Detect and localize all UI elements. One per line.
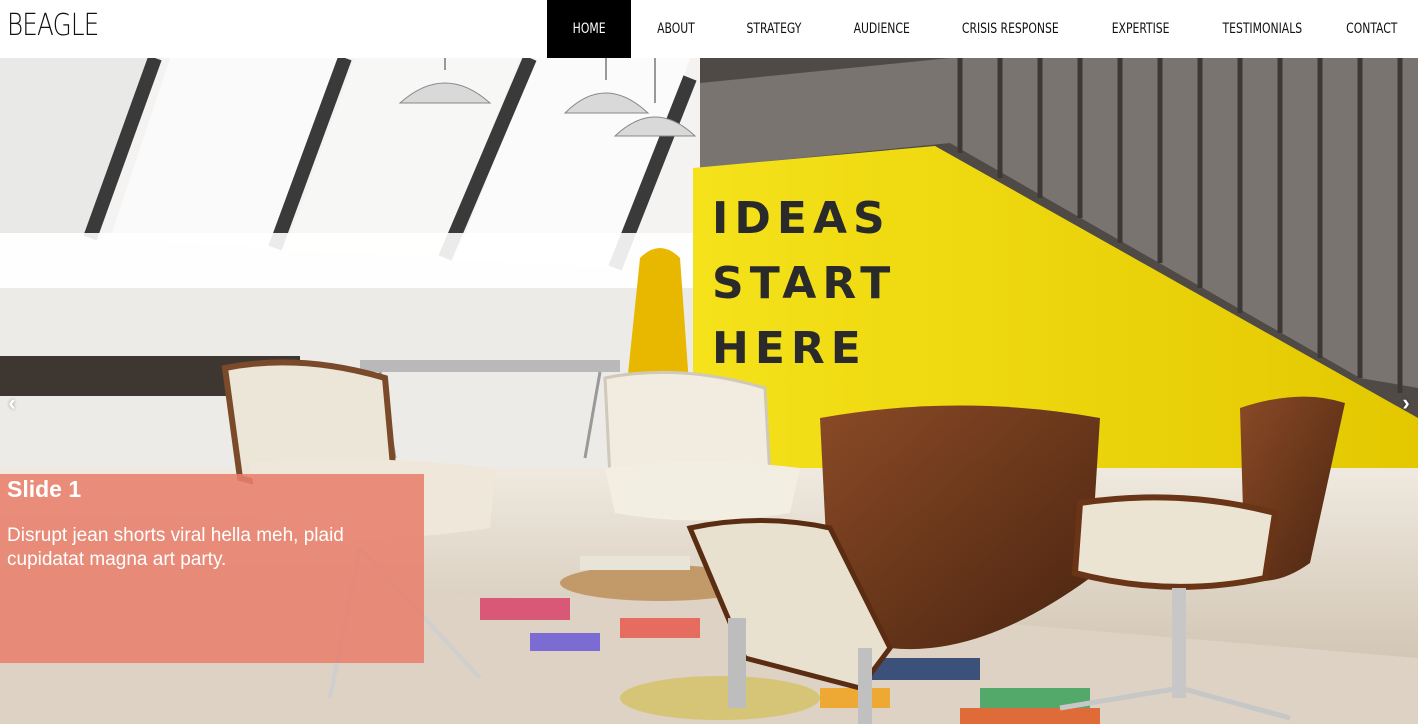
chevron-left-icon: ‹ [8, 390, 16, 415]
nav-item-crisis-response[interactable]: CRISIS RESPONSE [937, 0, 1083, 58]
hero-carousel: IDEAS START HERE ‹ › Slide 1 Disrupt jea… [0, 58, 1418, 724]
slide-title: Slide 1 [7, 476, 82, 502]
wall-sign-line-1: IDEAS [712, 193, 891, 244]
nav-item-contact[interactable]: CONTACT [1325, 0, 1418, 58]
slide-caption: Slide 1 Disrupt jean shorts viral hella … [0, 474, 424, 663]
site-header: BEAGLE HOME ABOUT STRATEGY AUDIENCE CRIS… [0, 0, 1418, 58]
brand-logo[interactable]: BEAGLE [7, 8, 99, 43]
chevron-right-icon: › [1402, 390, 1410, 415]
carousel-prev-button[interactable]: ‹ [0, 388, 24, 418]
carousel-next-button[interactable]: › [1394, 388, 1418, 418]
nav-item-strategy[interactable]: STRATEGY [721, 0, 827, 58]
nav-item-audience[interactable]: AUDIENCE [827, 0, 937, 58]
nav-item-testimonials[interactable]: TESTIMONIALS [1199, 0, 1325, 58]
nav-item-home[interactable]: HOME [547, 0, 631, 58]
nav-item-about[interactable]: ABOUT [631, 0, 721, 58]
wall-sign-line-2: START [712, 258, 896, 309]
wall-sign-line-3: HERE [712, 323, 867, 374]
nav-item-expertise[interactable]: EXPERTISE [1083, 0, 1199, 58]
slide-text: Disrupt jean shorts viral hella meh, pla… [7, 525, 344, 570]
main-nav: HOME ABOUT STRATEGY AUDIENCE CRISIS RESP… [547, 0, 1418, 58]
